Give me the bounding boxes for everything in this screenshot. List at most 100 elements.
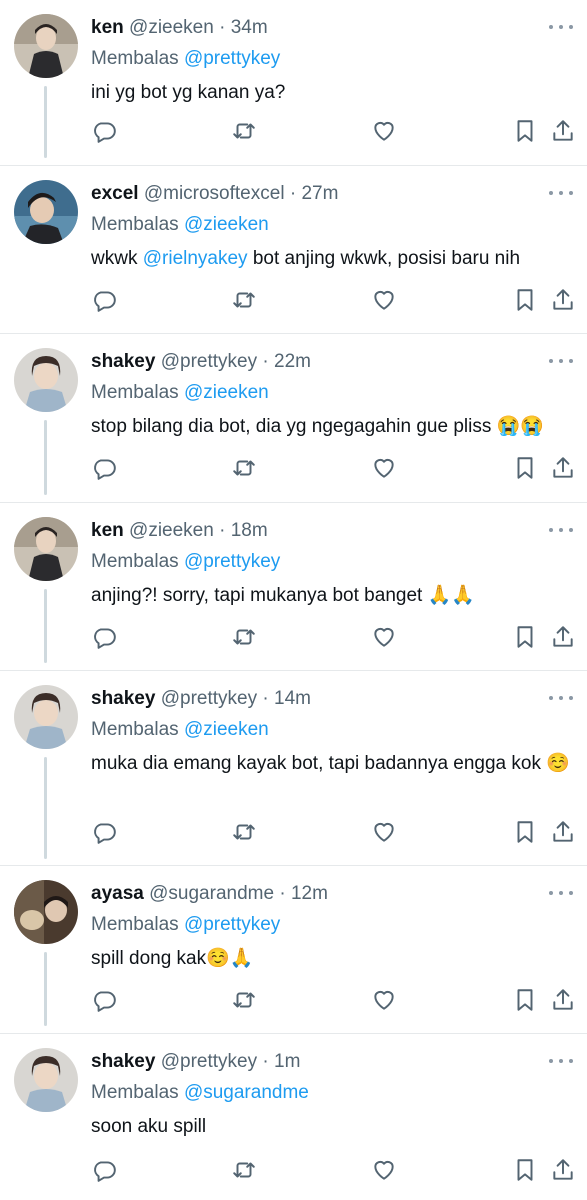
timestamp[interactable]: 34m: [231, 17, 268, 38]
tweet-text: wkwk @rielnyakey bot anjing wkwk, posisi…: [91, 244, 573, 274]
user-handle[interactable]: @prettykey: [161, 688, 257, 709]
replying-to-handle[interactable]: @prettykey: [184, 914, 280, 935]
avatar-shakey[interactable]: [14, 348, 78, 412]
like-icon[interactable]: [371, 987, 397, 1013]
more-options-icon[interactable]: [549, 356, 573, 366]
more-options-icon[interactable]: [549, 888, 573, 898]
display-name[interactable]: shakey: [91, 1051, 155, 1072]
like-icon[interactable]: [371, 1157, 397, 1183]
reply-icon[interactable]: [91, 455, 117, 481]
replying-to-handle[interactable]: @sugarandme: [184, 1082, 309, 1103]
bookmark-icon[interactable]: [512, 1157, 538, 1183]
reply-icon[interactable]: [91, 1157, 117, 1183]
replying-to-handle[interactable]: @zieeken: [184, 382, 269, 403]
like-icon[interactable]: [371, 118, 397, 144]
more-options-icon[interactable]: [549, 525, 573, 535]
more-options-icon[interactable]: [549, 693, 573, 703]
share-icon[interactable]: [550, 624, 576, 650]
retweet-icon[interactable]: [231, 1157, 257, 1183]
share-icon[interactable]: [550, 819, 576, 845]
reply-icon[interactable]: [91, 987, 117, 1013]
retweet-icon[interactable]: [231, 287, 257, 313]
retweet-icon[interactable]: [231, 118, 257, 144]
tweet[interactable]: ken @zieeken · 34m Membalas @prettykey i…: [0, 0, 587, 166]
timestamp[interactable]: 12m: [291, 883, 328, 904]
timestamp[interactable]: 18m: [231, 520, 268, 541]
more-options-icon[interactable]: [549, 22, 573, 32]
bookmark-icon[interactable]: [512, 118, 538, 144]
user-handle[interactable]: @prettykey: [161, 351, 257, 372]
replying-to-label: Membalas: [91, 214, 179, 235]
share-icon[interactable]: [550, 118, 576, 144]
display-name[interactable]: excel: [91, 183, 139, 204]
timestamp[interactable]: 27m: [301, 183, 338, 204]
separator: ·: [257, 688, 274, 709]
retweet-icon[interactable]: [231, 624, 257, 650]
more-options-icon[interactable]: [549, 188, 573, 198]
tweet-text: spill dong kak☺️🙏: [91, 948, 254, 969]
bookmark-icon[interactable]: [512, 287, 538, 313]
tweet[interactable]: shakey @prettykey · 14m Membalas @zieeke…: [0, 671, 587, 866]
retweet-icon[interactable]: [231, 455, 257, 481]
display-name[interactable]: ken: [91, 520, 124, 541]
reply-icon[interactable]: [91, 118, 117, 144]
replying-to-handle[interactable]: @prettykey: [184, 551, 280, 572]
reply-icon[interactable]: [91, 819, 117, 845]
reply-icon[interactable]: [91, 287, 117, 313]
display-name[interactable]: ken: [91, 17, 124, 38]
user-handle[interactable]: @sugarandme: [149, 883, 274, 904]
avatar-ayasa[interactable]: [14, 880, 78, 944]
like-icon[interactable]: [371, 455, 397, 481]
action-bar: [91, 455, 575, 481]
tweet-header: shakey @prettykey · 1m: [91, 1048, 573, 1076]
retweet-icon[interactable]: [231, 987, 257, 1013]
avatar-excel[interactable]: [14, 180, 78, 244]
share-icon[interactable]: [550, 287, 576, 313]
like-icon[interactable]: [371, 624, 397, 650]
thread-line: [44, 952, 47, 1026]
avatar-ken[interactable]: [14, 517, 78, 581]
tweet[interactable]: shakey @prettykey · 1m Membalas @sugaran…: [0, 1034, 587, 1200]
thread-line: [44, 420, 47, 495]
bookmark-icon[interactable]: [512, 624, 538, 650]
bookmark-icon[interactable]: [512, 819, 538, 845]
share-icon[interactable]: [550, 455, 576, 481]
share-icon[interactable]: [550, 1157, 576, 1183]
avatar-shakey[interactable]: [14, 685, 78, 749]
share-icon[interactable]: [550, 987, 576, 1013]
avatar-ken[interactable]: [14, 14, 78, 78]
timestamp[interactable]: 22m: [274, 351, 311, 372]
bookmark-icon[interactable]: [512, 455, 538, 481]
user-handle[interactable]: @zieeken: [129, 17, 214, 38]
avatar-shakey[interactable]: [14, 1048, 78, 1112]
bookmark-icon[interactable]: [512, 987, 538, 1013]
display-name[interactable]: shakey: [91, 688, 155, 709]
tweet-text: anjing?! sorry, tapi mukanya bot banget …: [91, 585, 475, 606]
replying-to: Membalas @sugarandme: [91, 1080, 573, 1106]
tweet[interactable]: shakey @prettykey · 22m Membalas @zieeke…: [0, 334, 587, 503]
tweet[interactable]: ayasa @sugarandme · 12m Membalas @pretty…: [0, 866, 587, 1034]
action-bar: [91, 624, 575, 650]
like-icon[interactable]: [371, 287, 397, 313]
replying-to-label: Membalas: [91, 1082, 179, 1103]
like-icon[interactable]: [371, 819, 397, 845]
mention-link[interactable]: @rielnyakey: [143, 248, 248, 269]
reply-icon[interactable]: [91, 624, 117, 650]
display-name[interactable]: ayasa: [91, 883, 144, 904]
more-options-icon[interactable]: [549, 1056, 573, 1066]
user-handle[interactable]: @prettykey: [161, 1051, 257, 1072]
retweet-icon[interactable]: [231, 819, 257, 845]
tweet[interactable]: ken @zieeken · 18m Membalas @prettykey a…: [0, 503, 587, 671]
display-name[interactable]: shakey: [91, 351, 155, 372]
user-handle[interactable]: @microsoftexcel: [144, 183, 285, 204]
user-handle[interactable]: @zieeken: [129, 520, 214, 541]
separator: ·: [213, 17, 231, 38]
replying-to-handle[interactable]: @zieeken: [184, 719, 269, 740]
replying-to-handle[interactable]: @zieeken: [184, 214, 269, 235]
reply-thread: ken @zieeken · 34m Membalas @prettykey i…: [0, 0, 587, 1200]
timestamp[interactable]: 1m: [274, 1051, 300, 1072]
timestamp[interactable]: 14m: [274, 688, 311, 709]
tweet[interactable]: excel @microsoftexcel · 27m Membalas @zi…: [0, 166, 587, 334]
replying-to-handle[interactable]: @prettykey: [184, 48, 280, 69]
replying-to-label: Membalas: [91, 914, 179, 935]
